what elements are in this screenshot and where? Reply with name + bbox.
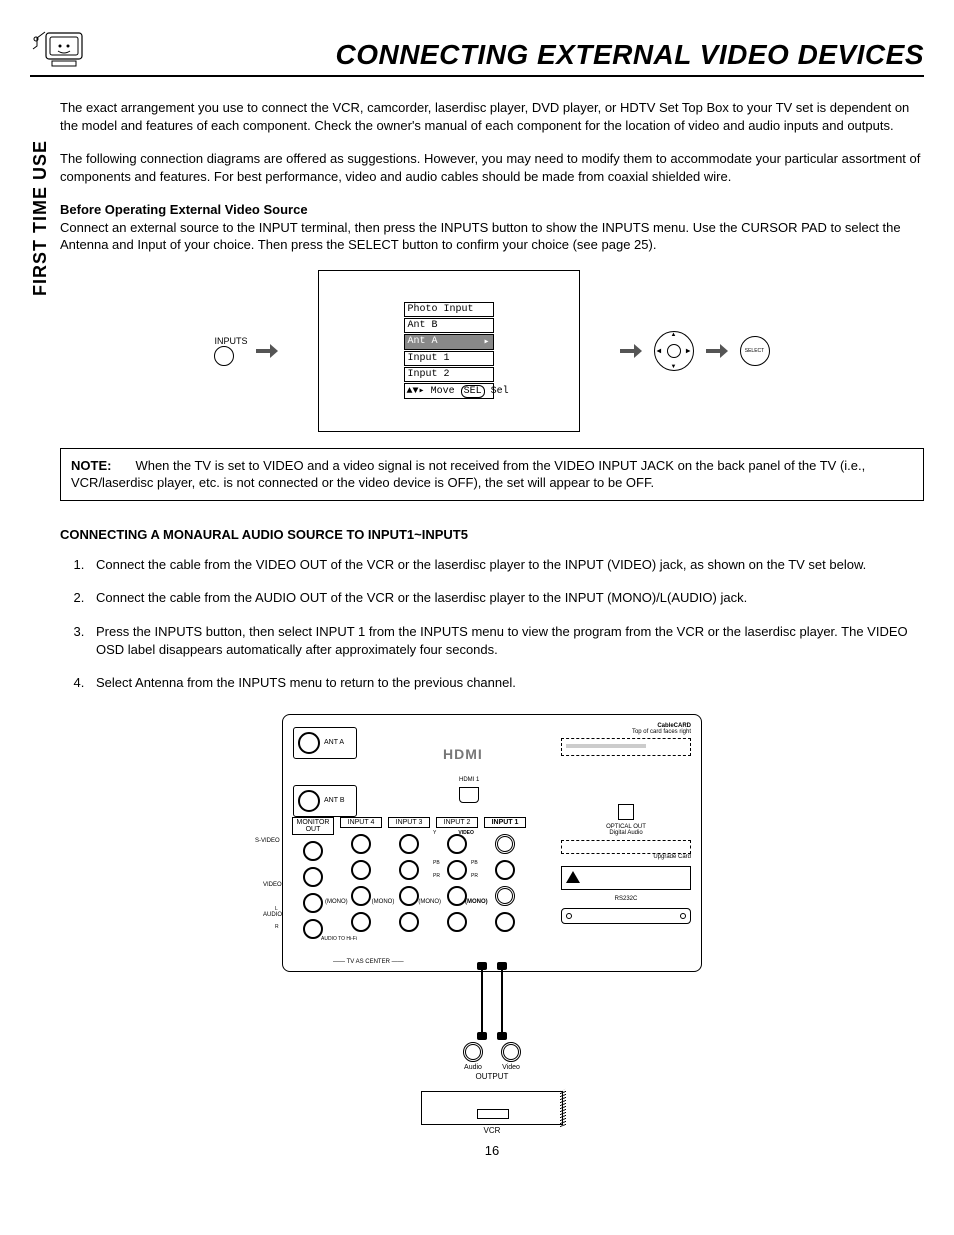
- arrow-right-icon: [620, 346, 642, 356]
- arrow-right-icon: [256, 346, 278, 356]
- inputs-diagram: INPUTS Photo Input Ant B Ant A▸ Input 1 …: [60, 270, 924, 432]
- cables-icon: [282, 966, 702, 1036]
- optical-out-label: OPTICAL OUTDigital Audio: [561, 824, 691, 836]
- step-item: Press the INPUTS button, then select INP…: [88, 623, 924, 658]
- page-title: CONNECTING EXTERNAL VIDEO DEVICES: [335, 39, 924, 71]
- upgrade-card-label: Upgrade Card: [561, 854, 691, 860]
- osd-help-line: ▲▼▸ Move SEL Sel: [404, 383, 494, 399]
- svideo-label: S-VIDEO: [255, 838, 280, 844]
- step-item: Connect the cable from the VIDEO OUT of …: [88, 556, 924, 574]
- col-header: INPUT 3: [388, 817, 430, 828]
- steps-list: Connect the cable from the VIDEO OUT of …: [60, 556, 924, 692]
- section-title: CONNECTING A MONAURAL AUDIO SOURCE TO IN…: [60, 527, 924, 542]
- vcr-audio-out: Audio: [463, 1042, 483, 1071]
- hdmi-logo: HDMI: [443, 747, 483, 761]
- step-item: Connect the cable from the AUDIO OUT of …: [88, 589, 924, 607]
- osd-screen: Photo Input Ant B Ant A▸ Input 1 Input 2…: [318, 270, 580, 432]
- audio-r-label: R: [275, 925, 279, 930]
- y-video-labels: Y VIDEO: [433, 831, 474, 836]
- inputs-button-label: INPUTS: [214, 336, 247, 346]
- before-operating-text: Connect an external source to the INPUT …: [60, 219, 924, 254]
- audio-row-label: AUDIO: [263, 912, 282, 918]
- audio-l-label: L: [275, 907, 278, 912]
- optical-out-port-icon: [618, 804, 634, 820]
- side-tab: FIRST TIME USE: [30, 140, 51, 296]
- backpanel-diagram: ANT A ANT B HDMI HDMI 1 MONITOR OUT INPU…: [282, 714, 702, 1135]
- rs232c-label: RS232C: [561, 896, 691, 902]
- osd-item-selected: Ant A▸: [404, 334, 494, 350]
- pb-pr-labels-col5: PBPR: [471, 861, 478, 879]
- hdmi1-label: HDMI 1: [459, 777, 479, 783]
- page-number: 16: [60, 1143, 924, 1158]
- note-box: NOTE:When the TV is set to VIDEO and a v…: [60, 448, 924, 501]
- ant-b-port: ANT B: [293, 785, 357, 817]
- vcr-icon: [421, 1091, 563, 1125]
- ant-a-port: ANT A: [293, 727, 357, 759]
- col-header-input1: INPUT 1: [484, 817, 526, 828]
- inputs-button-icon: [214, 346, 234, 366]
- pb-pr-labels-col4: PBPR: [433, 861, 440, 879]
- audio-to-hifi-label: AUDIO TO Hi-Fi: [321, 937, 357, 942]
- vcr-video-out: Video: [501, 1042, 521, 1071]
- hdmi1-port-icon: [459, 787, 479, 803]
- step-item: Select Antenna from the INPUTS menu to r…: [88, 674, 924, 692]
- arrow-right-icon: [706, 346, 728, 356]
- intro-paragraph-1: The exact arrangement you use to connect…: [60, 99, 924, 134]
- cursor-pad-icon: ▲ ▼ ◀ ▶: [654, 331, 694, 371]
- note-label: NOTE:: [71, 458, 111, 473]
- col-header: MONITOR OUT: [292, 817, 334, 835]
- osd-item: Ant B: [404, 318, 494, 333]
- select-button-icon: SELECT: [740, 336, 770, 366]
- col-header: INPUT 4: [340, 817, 382, 828]
- manual-mascot-icon: [30, 25, 90, 71]
- caution-box: [561, 866, 691, 890]
- video-row-label: VIDEO: [263, 882, 282, 888]
- mono-labels: (MONO) (MONO) (MONO) (MONO): [325, 899, 488, 905]
- tv-as-center-label: —— TV AS CENTER ——: [333, 959, 404, 965]
- rs232c-port-icon: [561, 908, 691, 924]
- upgrade-card-slot-icon: [561, 840, 691, 854]
- before-operating-heading: Before Operating External Video Source: [60, 201, 924, 219]
- vcr-label: VCR: [282, 1127, 702, 1135]
- cablecard-slot-icon: [561, 738, 691, 756]
- osd-item: Input 1: [404, 351, 494, 366]
- col-header: INPUT 2: [436, 817, 478, 828]
- osd-item: Input 2: [404, 367, 494, 382]
- osd-item: Photo Input: [404, 302, 494, 317]
- output-label: OUTPUT: [282, 1073, 702, 1081]
- cablecard-label: CableCARDTop of card faces right: [561, 723, 691, 735]
- intro-paragraph-2: The following connection diagrams are of…: [60, 150, 924, 185]
- note-text: When the TV is set to VIDEO and a video …: [71, 458, 865, 491]
